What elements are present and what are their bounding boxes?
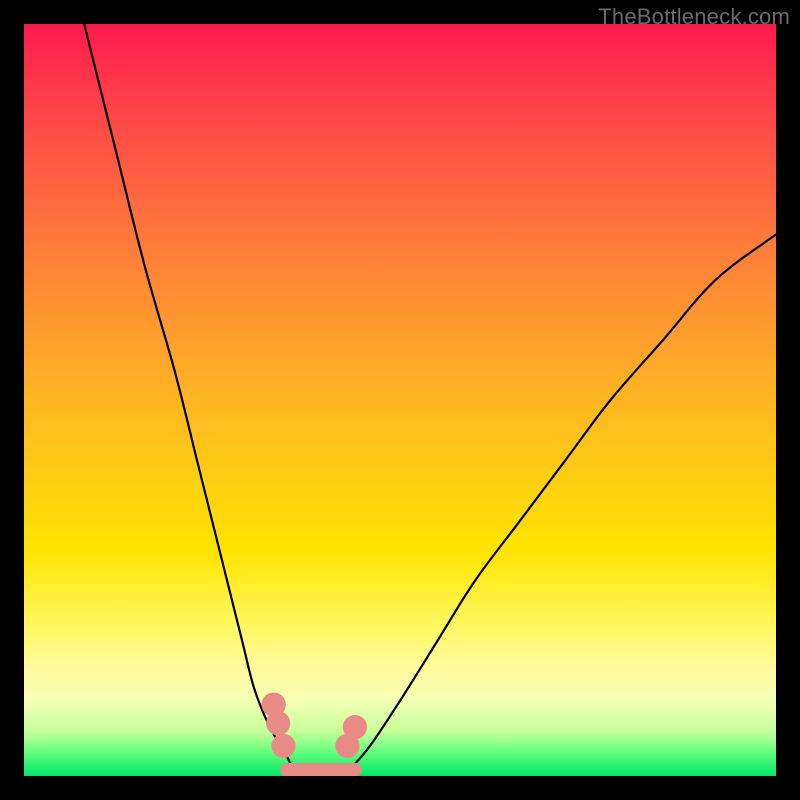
- marker-group: [262, 692, 367, 758]
- outer-frame: TheBottleneck.com: [0, 0, 800, 800]
- marker-dot: [271, 734, 295, 758]
- curve-right-branch: [347, 235, 776, 773]
- chart-svg: [24, 24, 776, 776]
- watermark-text: TheBottleneck.com: [598, 4, 790, 30]
- plot-area: [24, 24, 776, 776]
- curve-left-branch: [84, 24, 295, 772]
- marker-dot: [266, 711, 290, 735]
- marker-dot: [343, 715, 367, 739]
